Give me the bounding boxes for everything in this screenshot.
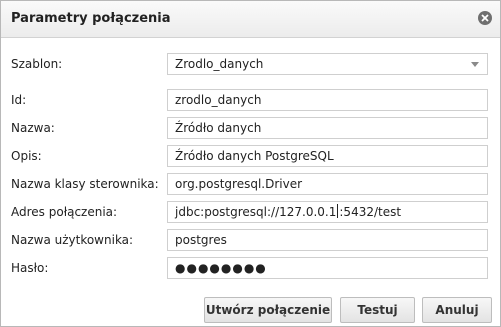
test-button[interactable]: Testuj <box>340 297 415 323</box>
connection-url-value-end: :5432/test <box>339 205 402 219</box>
password-field-value: ●●●●●●●● <box>175 261 267 275</box>
username-field-value: postgres <box>175 233 227 247</box>
name-field[interactable]: Źródło danych <box>167 117 488 139</box>
chevron-down-icon <box>471 62 479 67</box>
connection-url-field[interactable]: jdbc:postgresql://127.0.0.1:5432/test <box>167 201 488 223</box>
id-label: Id: <box>11 93 27 107</box>
id-field[interactable]: zrodlo_danych <box>167 89 488 111</box>
name-field-value: Źródło danych <box>175 121 262 135</box>
close-icon[interactable] <box>476 9 494 27</box>
description-field[interactable]: Źródło danych PostgreSQL <box>167 145 488 167</box>
connection-url-value-start: jdbc:postgresql://127.0.0.1 <box>175 205 337 219</box>
description-field-value: Źródło danych PostgreSQL <box>175 149 334 163</box>
id-field-value: zrodlo_danych <box>175 93 262 107</box>
template-select-value: Zrodlo_danych <box>175 57 264 71</box>
dialog-title: Parametry połączenia <box>11 11 171 26</box>
username-field[interactable]: postgres <box>167 229 488 251</box>
dialog-titlebar: Parametry połączenia <box>1 1 500 38</box>
username-label: Nazwa użytkownika: <box>11 233 134 247</box>
template-label: Szablon: <box>11 57 63 71</box>
name-label: Nazwa: <box>11 121 55 135</box>
cancel-button[interactable]: Anuluj <box>422 297 492 323</box>
template-select[interactable]: Zrodlo_danych <box>167 53 488 75</box>
connection-url-label: Adres połączenia: <box>11 205 118 219</box>
password-field[interactable]: ●●●●●●●● <box>167 257 488 279</box>
connection-params-dialog: Parametry połączenia Szablon: Zrodlo_dan… <box>0 0 501 327</box>
description-label: Opis: <box>11 149 42 163</box>
driver-class-field-value: org.postgresql.Driver <box>175 177 303 191</box>
driver-class-field[interactable]: org.postgresql.Driver <box>167 173 488 195</box>
driver-class-label: Nazwa klasy sterownika: <box>11 177 159 191</box>
password-label: Hasło: <box>11 261 49 275</box>
create-connection-button[interactable]: Utwórz połączenie <box>204 297 332 323</box>
